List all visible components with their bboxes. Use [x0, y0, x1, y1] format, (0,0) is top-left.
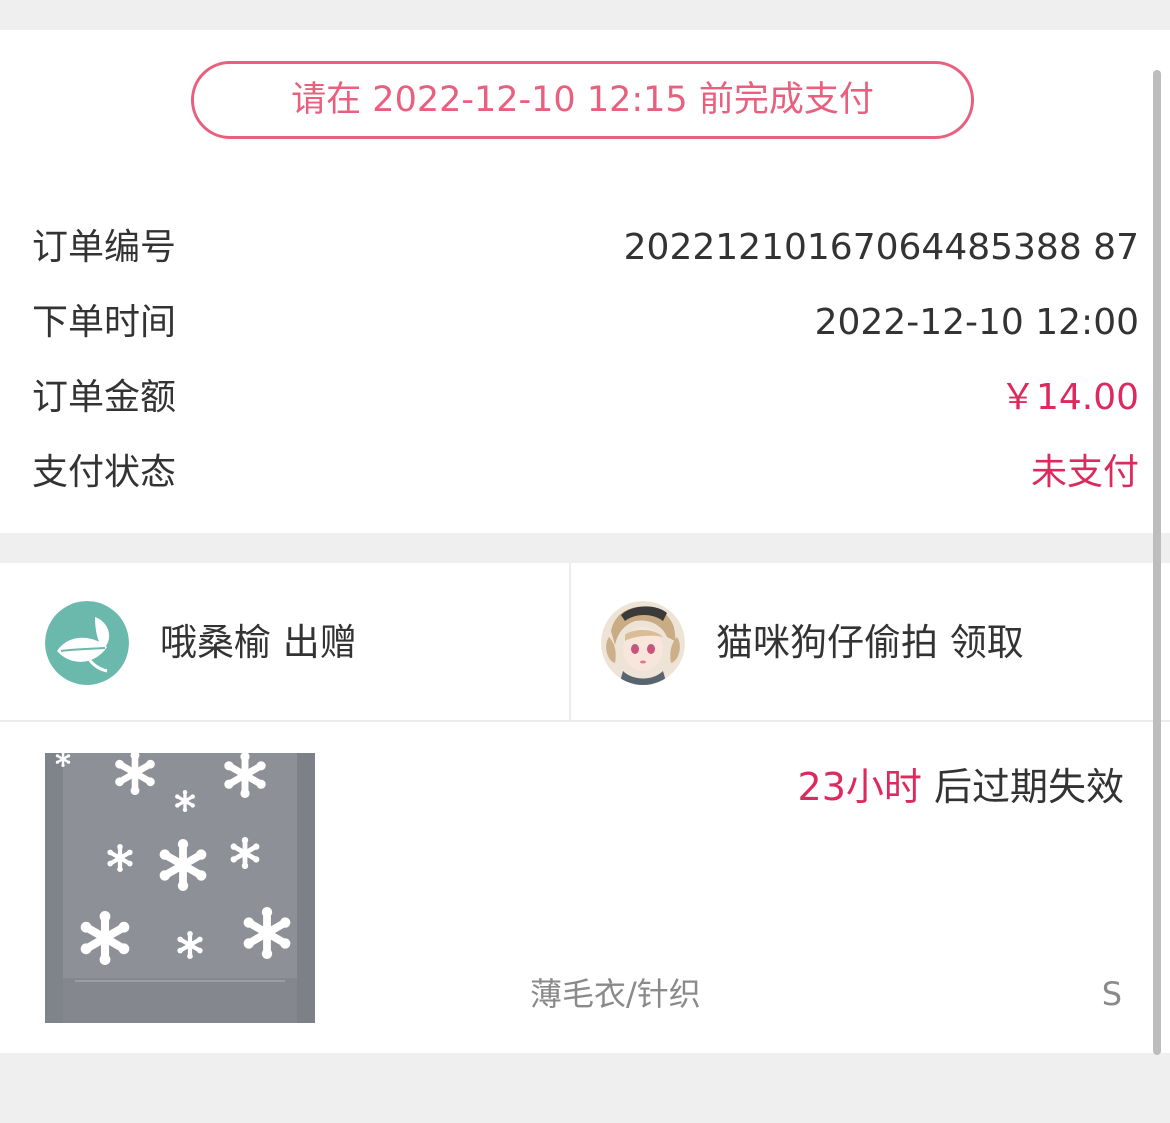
receiver-profile[interactable]: 猫咪狗仔偷拍 领取 [571, 563, 1170, 720]
order-number-label: 订单编号 [32, 227, 177, 268]
order-amount-row: 订单金额 ￥14.00 [32, 368, 1139, 428]
payment-status-row: 支付状态 未支付 [32, 443, 1139, 503]
order-time-label: 下单时间 [32, 302, 177, 343]
payment-status-value: 未支付 [1030, 452, 1139, 493]
section-divider [0, 720, 1170, 722]
giver-profile[interactable]: 哦桑榆 出赠 [0, 563, 569, 720]
expiry-suffix: 后过期失效 [921, 765, 1124, 809]
item-category: 薄毛衣/针织 [530, 975, 701, 1013]
leaf-avatar-icon[interactable] [45, 601, 129, 685]
sweater-photo[interactable] [45, 753, 315, 1023]
payment-deadline-banner: 请在 2022-12-10 12:15 前完成支付 [191, 61, 974, 139]
giver-label: 哦桑榆 出赠 [160, 621, 357, 664]
expiry-notice: 23小时 后过期失效 [798, 755, 1124, 819]
order-time-row: 下单时间 2022-12-10 12:00 [32, 293, 1139, 353]
payment-status-label: 支付状态 [32, 452, 177, 493]
expiry-hours: 23小时 [797, 765, 922, 809]
order-amount-label: 订单金额 [32, 377, 177, 418]
order-info-card: 请在 2022-12-10 12:15 前完成支付 订单编号 202212101… [0, 30, 1170, 533]
order-number-value: 20221210167064485388 87 [623, 227, 1139, 268]
scrollbar[interactable] [1153, 70, 1161, 1055]
receiver-label: 猫咪狗仔偷拍 领取 [716, 621, 1024, 664]
order-amount-value: ￥14.00 [999, 377, 1139, 418]
order-time-value: 2022-12-10 12:00 [814, 302, 1139, 343]
transfer-card: 哦桑榆 出赠 猫咪狗仔偷拍 领取 23小时 后过期失效 薄毛衣/针织 S [0, 563, 1170, 1053]
item-size: S [1101, 975, 1122, 1013]
order-number-row: 订单编号 20221210167064485388 87 [32, 218, 1139, 278]
anime-girl-avatar-icon[interactable] [601, 601, 685, 685]
